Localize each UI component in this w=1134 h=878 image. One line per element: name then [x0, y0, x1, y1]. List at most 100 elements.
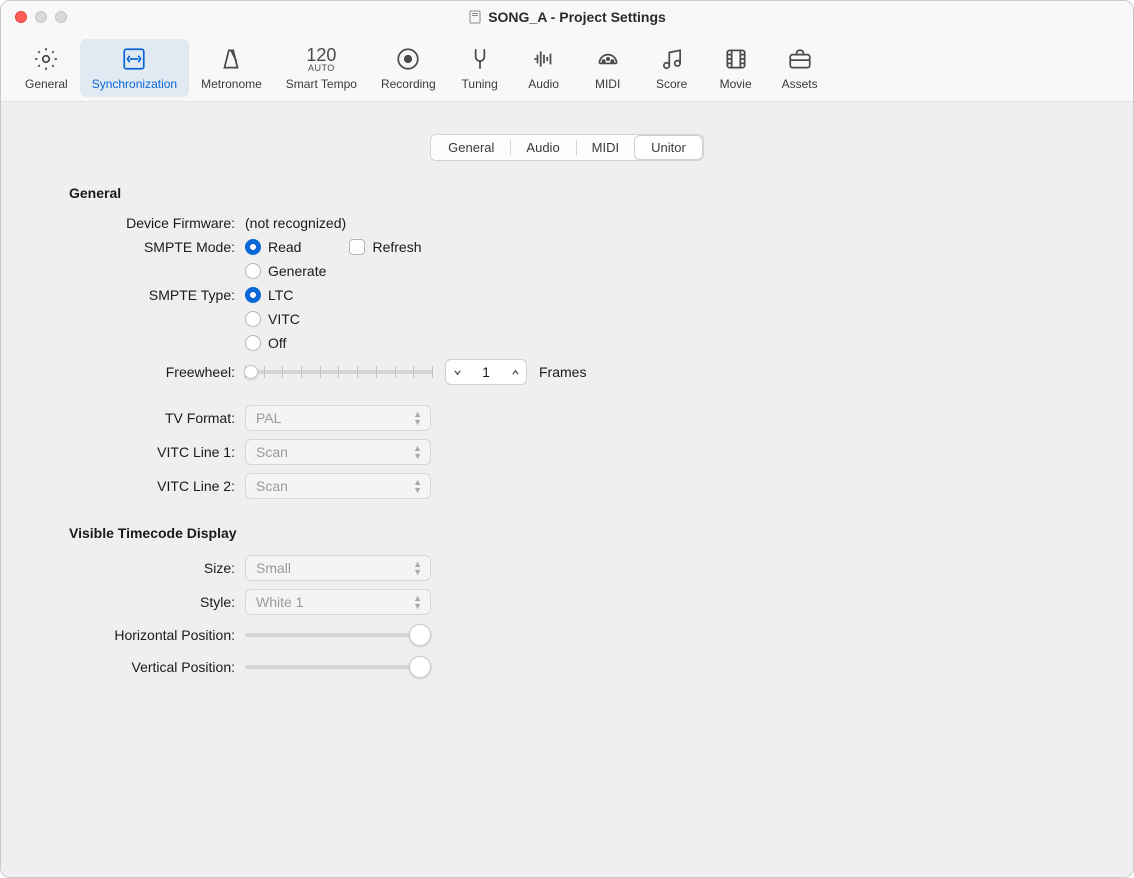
vpos-slider[interactable]: [245, 655, 431, 679]
waveform-icon: [528, 43, 560, 75]
toolbar-label: MIDI: [595, 77, 620, 91]
content-area: General Audio MIDI Unitor General Device…: [1, 102, 1133, 877]
section-vtd-title: Visible Timecode Display: [69, 525, 1091, 541]
toolbar-audio[interactable]: Audio: [512, 39, 576, 97]
radio-icon: [245, 311, 261, 327]
project-settings-window: SONG_A - Project Settings General Synchr…: [0, 0, 1134, 878]
slider-thumb[interactable]: [244, 365, 258, 379]
section-general-title: General: [69, 185, 1091, 201]
general-form: Device Firmware: (not recognized) SMPTE …: [53, 215, 1091, 499]
music-notes-icon: [656, 43, 688, 75]
toolbar-tuning[interactable]: Tuning: [448, 39, 512, 97]
toolbar-assets[interactable]: Assets: [768, 39, 832, 97]
minimize-window-button[interactable]: [35, 11, 47, 23]
style-select[interactable]: White 1 ▲▼: [245, 589, 431, 615]
toolbar-score[interactable]: Score: [640, 39, 704, 97]
freewheel-slider[interactable]: [245, 360, 433, 384]
radio-label: Off: [268, 335, 286, 351]
tv-format-select[interactable]: PAL ▲▼: [245, 405, 431, 431]
briefcase-icon: [784, 43, 816, 75]
subtab-label: General: [448, 140, 494, 155]
label-vitc2: VITC Line 2:: [53, 478, 245, 494]
toolbar-metronome[interactable]: Metronome: [189, 39, 274, 97]
toolbar-label: Smart Tempo: [286, 77, 357, 91]
gear-icon: [30, 43, 62, 75]
toolbar-smart-tempo[interactable]: 120 AUTO Smart Tempo: [274, 39, 369, 97]
label-hpos: Horizontal Position:: [53, 627, 245, 643]
select-value: Small: [256, 560, 291, 576]
subtab-audio[interactable]: Audio: [510, 136, 575, 159]
checkbox-label: Refresh: [372, 239, 421, 255]
chevron-updown-icon: ▲▼: [413, 411, 422, 426]
radio-icon: [245, 287, 261, 303]
stepper-up-icon[interactable]: [504, 360, 526, 384]
radio-smpte-ltc[interactable]: LTC: [245, 287, 293, 303]
vtd-form: Size: Small ▲▼ Style: White 1 ▲▼ Horizon…: [53, 555, 1091, 679]
document-icon: [468, 10, 482, 24]
toolbar-general[interactable]: General: [13, 39, 80, 97]
slider-thumb[interactable]: [409, 624, 431, 646]
toolbar-label: Score: [656, 77, 687, 91]
freewheel-unit: Frames: [539, 364, 586, 380]
window-title: SONG_A - Project Settings: [1, 9, 1133, 25]
radio-label: Generate: [268, 263, 326, 279]
radio-smpte-off[interactable]: Off: [245, 335, 286, 351]
toolbar-label: Assets: [782, 77, 818, 91]
vitc2-select[interactable]: Scan ▲▼: [245, 473, 431, 499]
label-firmware: Device Firmware:: [53, 215, 245, 231]
tempo-number: 120: [306, 46, 336, 64]
freewheel-stepper[interactable]: 1: [445, 359, 527, 385]
label-tv-format: TV Format:: [53, 410, 245, 426]
subtab-unitor[interactable]: Unitor: [635, 136, 702, 159]
radio-smpte-read[interactable]: Read: [245, 239, 301, 255]
select-value: White 1: [256, 594, 303, 610]
toolbar-label: Recording: [381, 77, 436, 91]
subtab-general[interactable]: General: [432, 136, 510, 159]
checkbox-refresh[interactable]: Refresh: [349, 239, 421, 255]
toolbar-label: Synchronization: [92, 77, 177, 91]
label-freewheel: Freewheel:: [53, 364, 245, 380]
radio-smpte-vitc[interactable]: VITC: [245, 311, 300, 327]
record-icon: [392, 43, 424, 75]
subtabs: General Audio MIDI Unitor: [43, 134, 1091, 161]
toolbar-midi[interactable]: MIDI: [576, 39, 640, 97]
label-smpte-type: SMPTE Type:: [53, 287, 245, 303]
vitc1-select[interactable]: Scan ▲▼: [245, 439, 431, 465]
slider-thumb[interactable]: [409, 656, 431, 678]
tempo-icon: 120 AUTO: [305, 43, 337, 75]
settings-panel: General Audio MIDI Unitor General Device…: [23, 124, 1111, 855]
zoom-window-button[interactable]: [55, 11, 67, 23]
window-title-text: SONG_A - Project Settings: [488, 9, 666, 25]
hpos-slider[interactable]: [245, 623, 431, 647]
toolbar-label: Audio: [528, 77, 559, 91]
titlebar: SONG_A - Project Settings: [1, 1, 1133, 33]
toolbar-synchronization[interactable]: Synchronization: [80, 39, 189, 97]
subtab-label: Unitor: [651, 140, 686, 155]
toolbar-label: Movie: [720, 77, 752, 91]
subtab-label: Audio: [526, 140, 559, 155]
select-value: Scan: [256, 444, 288, 460]
stepper-down-icon[interactable]: [446, 360, 468, 384]
toolbar-movie[interactable]: Movie: [704, 39, 768, 97]
tempo-auto: AUTO: [308, 64, 335, 73]
tuning-fork-icon: [464, 43, 496, 75]
toolbar-label: Tuning: [462, 77, 498, 91]
sync-icon: [118, 43, 150, 75]
subtab-label: MIDI: [592, 140, 619, 155]
chevron-updown-icon: ▲▼: [413, 479, 422, 494]
subtab-midi[interactable]: MIDI: [576, 136, 635, 159]
midi-icon: [592, 43, 624, 75]
window-controls: [1, 11, 67, 23]
toolbar-recording[interactable]: Recording: [369, 39, 448, 97]
close-window-button[interactable]: [15, 11, 27, 23]
chevron-updown-icon: ▲▼: [413, 561, 422, 576]
select-value: PAL: [256, 410, 281, 426]
label-vpos: Vertical Position:: [53, 659, 245, 675]
size-select[interactable]: Small ▲▼: [245, 555, 431, 581]
radio-smpte-generate[interactable]: Generate: [245, 263, 326, 279]
chevron-updown-icon: ▲▼: [413, 595, 422, 610]
checkbox-icon: [349, 239, 365, 255]
film-icon: [720, 43, 752, 75]
toolbar: General Synchronization Metronome 120 AU…: [1, 33, 1133, 102]
metronome-icon: [215, 43, 247, 75]
